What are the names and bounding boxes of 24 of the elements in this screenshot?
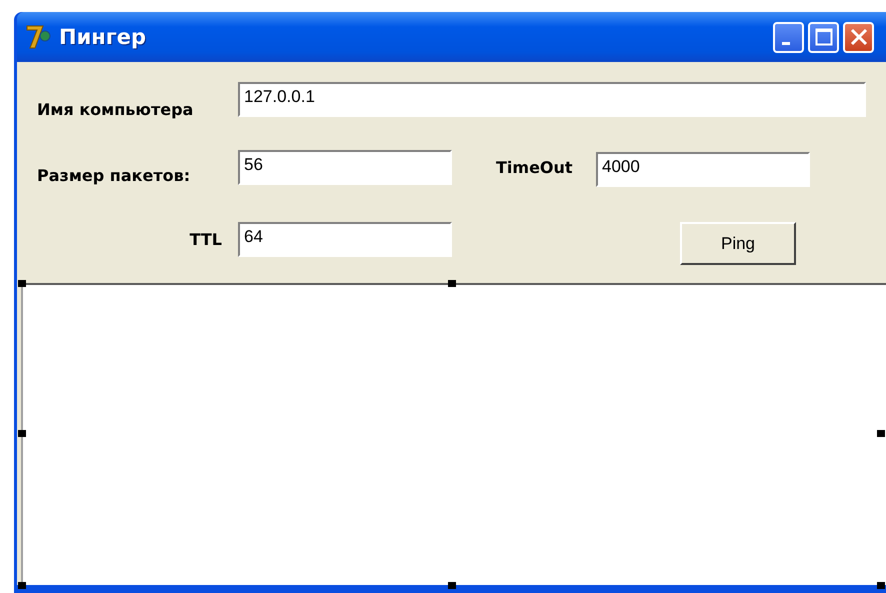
field-label: TimeOut: [496, 158, 574, 177]
timeout-input[interactable]: 4000: [596, 152, 810, 187]
window-title: Пингер: [59, 25, 146, 49]
resize-handle-icon[interactable]: [448, 280, 456, 287]
resize-handle-icon[interactable]: [448, 582, 456, 589]
ping-button[interactable]: Ping: [680, 222, 796, 265]
resize-handle-icon[interactable]: [18, 280, 26, 287]
app-icon: [25, 24, 53, 50]
packet-size-input[interactable]: 56: [238, 150, 452, 185]
resize-handle-icon[interactable]: [877, 582, 885, 589]
close-icon: [850, 28, 868, 46]
resize-handle-icon[interactable]: [18, 582, 26, 589]
maximize-button[interactable]: [808, 22, 839, 52]
field-label: Размер пакетов:: [37, 166, 192, 185]
resize-handle-icon[interactable]: [18, 430, 26, 437]
close-button[interactable]: [843, 22, 874, 52]
minimize-button[interactable]: [773, 22, 804, 52]
minimize-icon: [782, 42, 790, 44]
maximize-icon: [814, 28, 832, 46]
host-input[interactable]: 127.0.0.1: [238, 82, 866, 117]
resize-handle-icon[interactable]: [877, 430, 885, 437]
field-label: TTL: [188, 230, 223, 249]
ttl-input[interactable]: 64: [238, 222, 452, 257]
field-label: Имя компьютера: [37, 100, 194, 119]
